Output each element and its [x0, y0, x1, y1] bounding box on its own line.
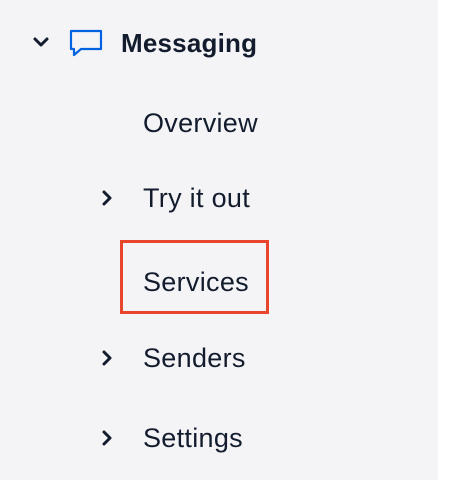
sidebar-item-overview[interactable]: Overview [0, 101, 438, 145]
sidebar-item-label: Settings [143, 423, 243, 453]
sidebar-item-label: Senders [143, 343, 246, 373]
chevron-down-icon[interactable] [32, 35, 50, 49]
chevron-right-icon[interactable] [100, 349, 114, 367]
sidebar-item-try-it-out[interactable]: Try it out [0, 176, 438, 220]
chat-bubble-icon [69, 29, 103, 57]
sidebar-section-title: Messaging [121, 28, 258, 58]
sidebar-item-settings[interactable]: Settings [0, 416, 438, 460]
sidebar-item-services[interactable]: Services [0, 260, 438, 304]
sidebar-item-senders[interactable]: Senders [0, 336, 438, 380]
sidebar-item-label: Overview [143, 108, 258, 138]
chevron-right-icon[interactable] [100, 429, 114, 447]
sidebar-nav: Messaging Overview Try it out Services S… [0, 0, 438, 480]
sidebar-section-messaging[interactable]: Messaging [0, 20, 438, 66]
sidebar-item-label: Try it out [143, 183, 251, 213]
chevron-right-icon[interactable] [100, 189, 114, 207]
sidebar-item-label: Services [143, 267, 249, 297]
content-edge [438, 0, 460, 480]
